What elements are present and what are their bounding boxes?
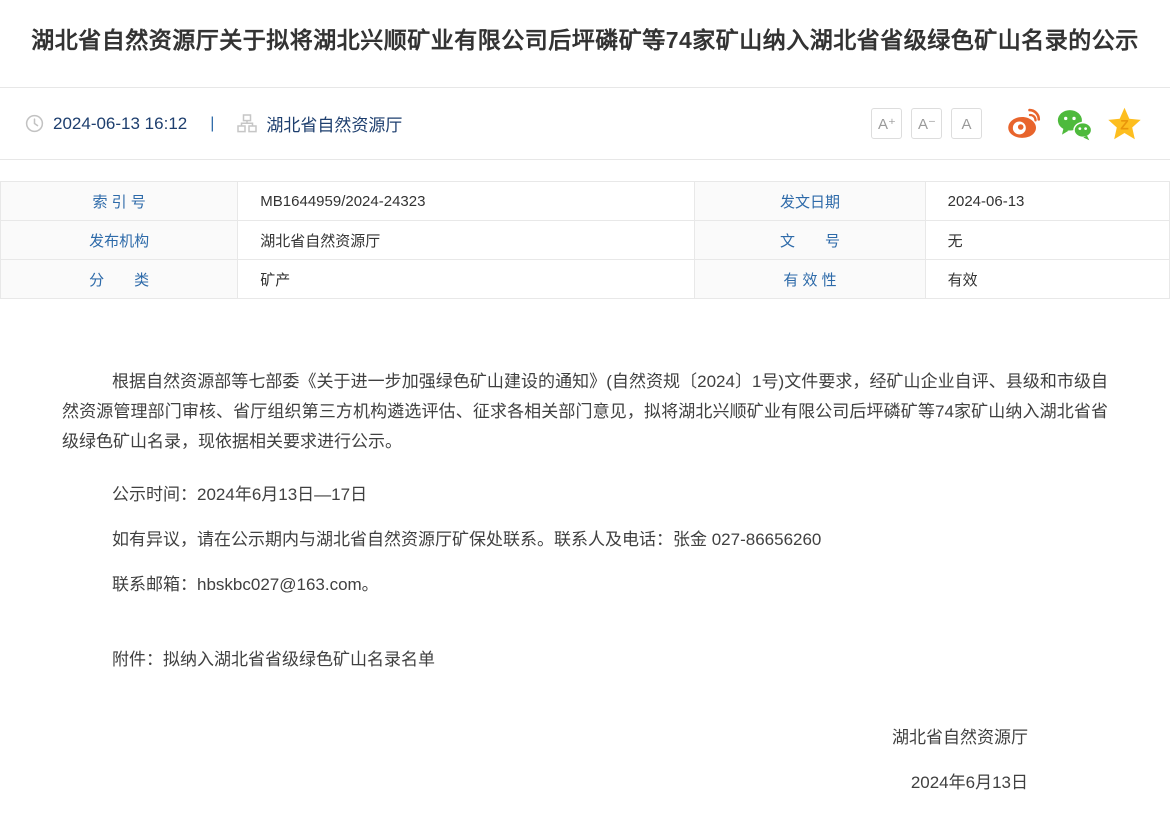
paragraph-contact-email: 联系邮箱：hbskbc027@163.com。 bbox=[62, 570, 1108, 600]
meta-left: 2024-06-13 16:12 | 湖北省自然资源厅 bbox=[25, 111, 402, 136]
organization-icon bbox=[237, 114, 257, 133]
font-reset-button[interactable]: A bbox=[951, 108, 982, 139]
title-block: 湖北省自然资源厅关于拟将湖北兴顺矿业有限公司后坪磷矿等74家矿山纳入湖北省省级绿… bbox=[0, 0, 1170, 88]
page-title: 湖北省自然资源厅关于拟将湖北兴顺矿业有限公司后坪磷矿等74家矿山纳入湖北省省级绿… bbox=[10, 26, 1160, 56]
signature-date: 2024年6月13日 bbox=[62, 768, 1028, 798]
font-decrease-button[interactable]: A⁻ bbox=[911, 108, 942, 139]
publisher-value: 湖北省自然资源厅 bbox=[238, 221, 695, 260]
paragraph-basis: 根据自然资源部等七部委《关于进一步加强绿色矿山建设的通知》(自然资规〔2024〕… bbox=[62, 367, 1108, 457]
source-name: 湖北省自然资源厅 bbox=[266, 111, 402, 136]
issue-date-label: 发文日期 bbox=[695, 182, 925, 221]
publisher-label: 发布机构 bbox=[1, 221, 238, 260]
category-label: 分 类 bbox=[1, 260, 238, 299]
wechat-icon[interactable] bbox=[1056, 107, 1093, 141]
article-body: 根据自然资源部等七部委《关于进一步加强绿色矿山建设的通知》(自然资规〔2024〕… bbox=[0, 367, 1170, 798]
meta-right: A⁺ A⁻ A bbox=[871, 105, 1142, 142]
font-increase-button[interactable]: A⁺ bbox=[871, 108, 902, 139]
clock-icon bbox=[25, 114, 44, 133]
document-info-table: 索 引 号 MB1644959/2024-24323 发文日期 2024-06-… bbox=[0, 181, 1170, 299]
qzone-icon[interactable]: Z bbox=[1107, 106, 1142, 141]
publish-time: 2024-06-13 16:12 bbox=[53, 114, 187, 134]
index-number-label: 索 引 号 bbox=[1, 182, 238, 221]
paragraph-publicity-period: 公示时间：2024年6月13日—17日 bbox=[62, 480, 1108, 510]
paragraph-objection-contact: 如有异议，请在公示期内与湖北省自然资源厅矿保处联系。联系人及电话：张金 027-… bbox=[62, 525, 1108, 555]
doc-number-label: 文 号 bbox=[695, 221, 925, 260]
validity-label: 有 效 性 bbox=[695, 260, 925, 299]
svg-text:Z: Z bbox=[1120, 117, 1129, 133]
category-value: 矿产 bbox=[238, 260, 695, 299]
attachment-link[interactable]: 附件：拟纳入湖北省省级绿色矿山名录名单 bbox=[62, 645, 1108, 675]
index-number-value: MB1644959/2024-24323 bbox=[238, 182, 695, 221]
doc-number-value: 无 bbox=[925, 221, 1169, 260]
table-row: 发布机构 湖北省自然资源厅 文 号 无 bbox=[1, 221, 1170, 260]
table-row: 索 引 号 MB1644959/2024-24323 发文日期 2024-06-… bbox=[1, 182, 1170, 221]
signature-organization: 湖北省自然资源厅 bbox=[62, 723, 1028, 753]
table-row: 分 类 矿产 有 效 性 有效 bbox=[1, 260, 1170, 299]
validity-value: 有效 bbox=[925, 260, 1169, 299]
issue-date-value: 2024-06-13 bbox=[925, 182, 1169, 221]
signature-block: 湖北省自然资源厅 2024年6月13日 bbox=[62, 723, 1108, 798]
meta-bar: 2024-06-13 16:12 | 湖北省自然资源厅 A⁺ A⁻ A bbox=[0, 88, 1170, 160]
meta-separator: | bbox=[210, 115, 214, 133]
weibo-icon[interactable] bbox=[1005, 105, 1042, 142]
